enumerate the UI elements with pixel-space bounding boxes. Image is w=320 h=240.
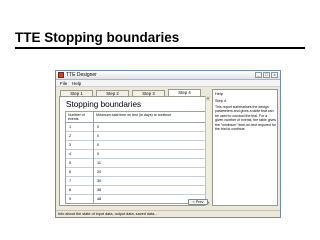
column-divider (93, 112, 94, 203)
header-minimum-time: Minimum total time on test (in days) to … (96, 113, 172, 117)
cell-min-time: 0 (97, 125, 100, 129)
cell-events: 3 (69, 143, 72, 147)
main-area: Step 1 Step 2 Step 3 Step 4 Stopping bou… (59, 89, 210, 206)
table-row[interactable]: 6 20 (66, 168, 205, 177)
status-text: Info about the state of input data, outp… (58, 212, 158, 216)
help-label: Help (215, 92, 223, 96)
menu-file[interactable]: File (60, 81, 67, 86)
cell-events: 8 (69, 188, 72, 192)
cell-events: 4 (69, 152, 72, 156)
step-tabs: Step 1 Step 2 Step 3 Step 4 (59, 89, 209, 96)
app-icon (58, 72, 64, 78)
scroll-up-icon[interactable]: ▲ (206, 96, 210, 101)
prev-button[interactable]: < Prev (188, 199, 208, 205)
cell-min-time: 30 (97, 179, 102, 183)
boundaries-table: Number of events Minimum total time on t… (65, 111, 206, 204)
cell-min-time: 0 (97, 134, 100, 138)
table-row[interactable]: 9 48 (66, 195, 205, 203)
help-step-title: Step 4 (215, 99, 226, 103)
menu-help[interactable]: Help (72, 81, 81, 86)
cell-events: 2 (69, 134, 72, 138)
header-number-of-events: Number of events (68, 113, 85, 122)
close-icon[interactable]: × (271, 72, 278, 78)
cell-events: 1 (69, 125, 72, 129)
table-row[interactable]: 2 0 (66, 132, 205, 141)
table-row[interactable]: 4 0 (66, 150, 205, 159)
title-underline (15, 47, 305, 49)
cell-min-time: 20 (97, 170, 102, 174)
menu-bar: File Help (56, 80, 280, 87)
window-titlebar[interactable]: TTE Designer _ □ × (56, 71, 280, 80)
status-bar: Info about the state of input data, outp… (56, 210, 280, 217)
table-row[interactable]: 5 11 (66, 159, 205, 168)
cell-min-time: 0 (97, 143, 100, 147)
table-row[interactable]: 1 0 (66, 123, 205, 132)
cell-min-time: 48 (97, 197, 102, 201)
tab-step-4[interactable]: Step 4 (168, 89, 201, 96)
cell-events: 9 (69, 197, 72, 201)
window-title: TTE Designer (66, 72, 97, 78)
vertical-scrollbar[interactable]: ▲ ▼ (205, 96, 210, 206)
table-header: Number of events Minimum total time on t… (66, 112, 205, 123)
table-row[interactable]: 8 38 (66, 186, 205, 195)
cell-events: 7 (69, 179, 72, 183)
cell-events: 5 (69, 161, 72, 165)
help-text: This report summarises the design parame… (215, 105, 276, 132)
help-pane: Help Step 4 This report summarises the d… (212, 89, 278, 206)
cell-min-time: 38 (97, 188, 102, 192)
panel-title: Stopping boundaries (66, 100, 142, 109)
cell-events: 6 (69, 170, 72, 174)
slide-title: TTE Stopping boundaries (15, 30, 180, 45)
table-row[interactable]: 3 0 (66, 141, 205, 150)
step-panel: Stopping boundaries Number of events Min… (59, 96, 209, 206)
window-controls: _ □ × (255, 72, 278, 78)
minimize-icon[interactable]: _ (255, 72, 262, 78)
app-window: TTE Designer _ □ × File Help Step 1 Step… (55, 70, 281, 218)
cell-min-time: 0 (97, 152, 100, 156)
cell-min-time: 11 (97, 161, 101, 165)
table-row[interactable]: 7 30 (66, 177, 205, 186)
maximize-icon[interactable]: □ (263, 72, 270, 78)
